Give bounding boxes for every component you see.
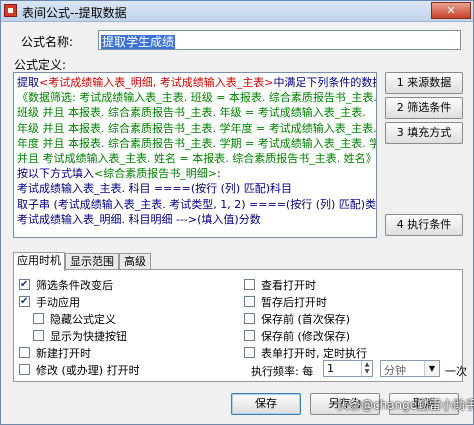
- formula-name-input[interactable]: 提取学生成绩: [98, 30, 461, 50]
- checkbox-manual-apply[interactable]: [19, 295, 30, 308]
- save-button[interactable]: 保存: [231, 393, 301, 415]
- checkbox-after-draft-open[interactable]: [244, 296, 255, 307]
- frequency-label: 执行频率: 每: [251, 365, 314, 378]
- formula-segment: 《数据筛选: 考试成绩输入表_主表. 班级 = 本报表. 综合素质报告书_主表.: [17, 91, 377, 105]
- source-data-button[interactable]: 1 来源数据: [385, 72, 463, 94]
- fill-method-button[interactable]: 3 填充方式: [385, 122, 463, 144]
- tab-display-range[interactable]: 显示范围: [65, 253, 119, 270]
- watermark-text: 头条@change勤雷小助手: [337, 398, 474, 412]
- formula-segment: 年级 并且 本报表. 综合素质报告书_主表. 学年度 = 考试成绩输入表_主表.…: [17, 121, 377, 135]
- formula-segment: 年度 并且 本报表. 综合素质报告书_主表. 学期 = 考试成绩输入表_主表. …: [17, 136, 377, 150]
- checkbox-on-view-open[interactable]: [244, 279, 255, 290]
- execute-condition-button[interactable]: 4 执行条件: [385, 214, 463, 236]
- formula-line: 考试成绩输入表_主表. 科目 ====(按行 (列) 匹配)科目: [17, 181, 373, 196]
- formula-segment: 班级 并且 本报表. 综合素质报告书_主表. 年级 = 考试成绩输入表_主表.: [17, 106, 366, 120]
- formula-segment: 提取: [17, 76, 39, 89]
- formula-segment: :: [216, 167, 221, 181]
- formula-line: 提取<考试成绩输入表_明细, 考试成绩输入表_主表>中满足下列条件的数据:: [17, 75, 376, 90]
- formula-segment: <综合素质报告书_明细>: [94, 167, 217, 181]
- close-button[interactable]: ✕: [431, 2, 471, 19]
- formula-segment: 中满足下列条件的数据:: [273, 76, 377, 89]
- frequency-suffix: 一次: [445, 365, 467, 378]
- filter-condition-button[interactable]: 2 筛选条件: [385, 97, 463, 119]
- formula-line: 并且 考试成绩输入表_主表. 姓名 = 本报表. 综合素质报告书_主表. 姓名》: [17, 151, 376, 166]
- checkbox-timed-execute[interactable]: [244, 347, 255, 358]
- checkbox-on-new-open[interactable]: [19, 347, 30, 358]
- checkbox-hide-definition[interactable]: [33, 313, 44, 324]
- tab-advanced[interactable]: 高级: [119, 253, 151, 270]
- formula-segment: 按以下方式填入: [17, 167, 94, 181]
- formula-line: 按以下方式填入<综合素质报告书_明细>:: [17, 166, 373, 181]
- formula-definition-label: 公式定义:: [14, 58, 67, 72]
- formula-line: 取子串 (考试成绩输入表_主表. 考试类型, 1, 2) ====(按行 (列)…: [17, 197, 376, 212]
- checkbox-before-edit-save[interactable]: [244, 330, 255, 341]
- chevron-down-icon[interactable]: ▼: [424, 361, 439, 376]
- formula-segment: <考试成绩输入表_明细, 考试成绩输入表_主表>: [39, 76, 274, 89]
- formula-line: 《数据筛选: 考试成绩输入表_主表. 班级 = 本报表. 综合素质报告书_主表.: [17, 90, 376, 105]
- formula-name-value: 提取学生成绩: [101, 35, 176, 49]
- checkbox-show-shortcut[interactable]: [33, 330, 44, 341]
- formula-line: 班级 并且 本报表. 综合素质报告书_主表. 年级 = 考试成绩输入表_主表.: [17, 105, 373, 120]
- checkbox-filter-change[interactable]: [19, 278, 30, 291]
- checkbox-before-first-save[interactable]: [244, 313, 255, 324]
- frequency-spinner[interactable]: 1 ▲ ▼: [323, 360, 373, 377]
- checkbox-on-edit-open[interactable]: [19, 364, 30, 375]
- formula-line: 考试成绩输入表_明细. 科目明细 --->(填入值)分数: [17, 212, 373, 227]
- frequency-value: 1: [327, 362, 334, 375]
- formula-segment: 考试成绩输入表_主表. 科目 ====(按行 (列) 匹配)科目: [17, 182, 293, 196]
- dialog-window: 表间公式--提取数据 ✕ 公式名称: 提取学生成绩 公式定义: 提取<考试成绩输…: [0, 0, 474, 425]
- frequency-unit-value: 分钟: [384, 364, 406, 377]
- formula-segment: 并且 考试成绩输入表_主表. 姓名 = 本报表. 综合素质报告书_主表. 姓名》: [17, 152, 377, 166]
- formula-line: 年级 并且 本报表. 综合素质报告书_主表. 学年度 = 考试成绩输入表_主表.…: [17, 121, 376, 136]
- formula-name-label: 公式名称:: [21, 35, 74, 49]
- formula-segment: 取子串 (考试成绩输入表_主表. 考试类型, 1, 2) ====(按行 (列)…: [17, 197, 377, 211]
- window-title: 表间公式--提取数据: [22, 6, 127, 20]
- formula-line: 年度 并且 本报表. 综合素质报告书_主表. 学期 = 考试成绩输入表_主表. …: [17, 136, 376, 151]
- tab-apply-timing[interactable]: 应用时机: [13, 252, 65, 271]
- app-icon: [4, 4, 17, 17]
- frequency-unit-select[interactable]: 分钟 ▼: [380, 360, 440, 377]
- title-bar[interactable]: 表间公式--提取数据 ✕: [1, 1, 473, 22]
- spinner-arrows-icon[interactable]: ▲ ▼: [361, 361, 372, 376]
- formula-definition-text[interactable]: 提取<考试成绩输入表_明细, 考试成绩输入表_主表>中满足下列条件的数据: 《数…: [13, 72, 377, 238]
- formula-segment: 考试成绩输入表_明细. 科目明细 --->(填入值)分数: [17, 212, 261, 226]
